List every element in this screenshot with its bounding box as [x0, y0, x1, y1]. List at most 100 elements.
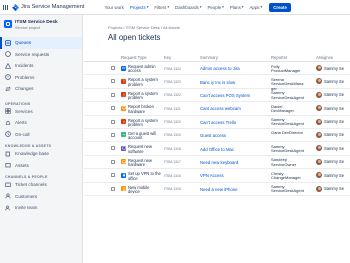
nav-item-plans[interactable]: Plans ▾ — [230, 5, 244, 10]
assignee-cell[interactable]: Sammy Se — [316, 78, 344, 85]
table-row[interactable]: Report a system problem ITSM-1320 Can't ac… — [84, 116, 350, 129]
ticket-key[interactable]: ITSM-1323 — [164, 80, 181, 84]
request-type-label: Request admin access — [128, 64, 156, 74]
row-checkbox[interactable] — [111, 92, 115, 97]
ticket-summary-link[interactable]: Add Office to Mac — [200, 147, 234, 152]
column-request-type[interactable]: Request Type — [121, 55, 147, 60]
sidebar-item-customers[interactable]: Customers — [0, 191, 82, 203]
breadcrumb-item[interactable]: All tickets — [163, 25, 180, 30]
ticket-key[interactable]: ITSM-1319 — [164, 133, 181, 137]
nav-item-dashboards[interactable]: Dashboards ▾ — [175, 5, 201, 10]
table-row[interactable]: Request admin access ITSM-1324 Admin acces… — [84, 62, 350, 76]
sidebar-item-queues[interactable]: Queues — [0, 37, 82, 49]
table-row[interactable]: Get a guest wifi account ITSM-1319 Guest a… — [84, 129, 350, 143]
sidebar-item-ticket-channels[interactable]: Ticket channels — [0, 179, 82, 191]
assignee-cell[interactable]: Sammy Se — [316, 65, 344, 71]
column-key[interactable]: Key — [164, 55, 171, 60]
sidebar-item-services[interactable]: Services — [0, 106, 82, 118]
ticket-key[interactable]: ITSM-1324 — [164, 67, 181, 71]
request-type-label: Set up VPN to the office — [128, 171, 161, 181]
sidebar-item-knowledge-base[interactable]: Knowledge base — [0, 148, 82, 160]
ticket-summary-link[interactable]: Can't access Trello — [200, 120, 236, 125]
sidebar-item-problems[interactable]: Problems — [0, 72, 82, 84]
table-row[interactable]: Request new hardware ITSM-1317 Need new ke… — [84, 156, 350, 170]
ticket-key[interactable]: ITSM-1322 — [164, 93, 181, 97]
row-checkbox[interactable] — [111, 159, 115, 164]
nav-item-apps[interactable]: Apps ▾ — [250, 5, 263, 10]
ticket-summary-link[interactable]: Banc iy Inc is slow — [200, 80, 235, 85]
ticket-summary-link[interactable]: VPN Access — [200, 173, 224, 178]
assignee-cell[interactable]: Sammy Se — [316, 185, 344, 192]
chevron-down-icon: ▾ — [167, 5, 170, 9]
nav-item-projects[interactable]: Projects ▾ — [130, 5, 149, 10]
ticket-summary-link[interactable]: Guest access — [200, 133, 226, 138]
create-button[interactable]: Create — [269, 2, 291, 12]
assignee-cell[interactable]: Sammy Se — [316, 118, 344, 125]
ticket-key[interactable]: ITSM-1317 — [164, 160, 181, 164]
request-type-cell: Report a system problem — [121, 78, 162, 87]
assignee-cell[interactable]: Sammy Se — [316, 145, 344, 152]
request-type-label: Request new hardware — [128, 157, 152, 168]
request-type-label: Report a system problem — [128, 77, 158, 87]
ticket-summary-link[interactable]: Cant access webcam — [200, 106, 241, 111]
assignee-name: Sammy Se — [324, 92, 345, 98]
column-reporter[interactable]: Reporter — [271, 55, 287, 60]
sidebar-item-on-call[interactable]: On-call — [0, 129, 82, 141]
table-row[interactable]: Report a system problem ITSM-1323 Banc iy … — [84, 75, 350, 90]
sidebar-item-alerts[interactable]: Alerts — [0, 117, 82, 129]
ticket-summary-link[interactable]: Need new keyboard — [200, 160, 238, 165]
sidebar-item-incidents[interactable]: Incidents — [0, 60, 82, 72]
avatar — [316, 185, 322, 192]
assignee-cell[interactable]: Sammy Se — [316, 158, 344, 165]
ticket-key[interactable]: ITSM-1321 — [164, 107, 181, 111]
sidebar-item-service-requests[interactable]: Service requests — [0, 49, 82, 61]
row-checkbox[interactable] — [111, 173, 115, 178]
assignee-cell[interactable]: Sammy Se — [316, 172, 344, 179]
ticket-key[interactable]: ITSM-1315 — [164, 187, 181, 191]
sidebar-item-label: Services — [15, 108, 33, 114]
ticket-summary-link[interactable]: Admin access to Jira — [200, 66, 240, 71]
ticket-key[interactable]: ITSM-1316 — [164, 174, 181, 178]
row-checkbox[interactable] — [111, 119, 115, 124]
ticket-key[interactable]: ITSM-1318 — [164, 147, 181, 151]
nav-item-people[interactable]: People ▾ — [207, 5, 223, 10]
assignee-name: Sammy Se — [324, 132, 345, 138]
table-row[interactable]: Request new software ITSM-1318 Add Office … — [84, 142, 350, 156]
app-switcher-icon[interactable] — [3, 4, 8, 10]
table-row[interactable]: Report a system problem ITSM-1322 Can't ac… — [84, 89, 350, 103]
row-checkbox[interactable] — [111, 146, 115, 151]
project-header[interactable]: ITSM Service Desk Service project — [0, 15, 82, 37]
ticket-key[interactable]: ITSM-1320 — [164, 120, 181, 124]
wifi-icon — [121, 132, 126, 138]
assignee-cell[interactable]: Sammy Se — [316, 105, 344, 112]
sidebar-item-changes[interactable]: Changes — [0, 83, 82, 95]
ticket-summary-link[interactable]: Can't access POS System — [200, 93, 250, 98]
sidebar-item-assets[interactable]: Assets — [0, 160, 82, 172]
jira-logo-icon[interactable] — [12, 3, 19, 11]
app-name[interactable]: Jira Service Management — [21, 4, 84, 10]
sidebar-item-label: Knowledge base — [15, 151, 49, 157]
breadcrumb-item[interactable]: Projects — [108, 25, 122, 30]
table-row[interactable]: Report broken hardware ITSM-1321 Cant acce… — [84, 102, 350, 116]
column-assignee[interactable]: Assignee — [316, 55, 333, 60]
sidebar-item-invite-team[interactable]: Invite team — [0, 202, 82, 214]
breadcrumb-item[interactable]: ITSM Service Desk — [126, 25, 160, 30]
ticket-summary-link[interactable]: Need a new iPhone — [200, 187, 238, 192]
nav-item-your-work[interactable]: Your work — [104, 5, 123, 10]
request-type-cell: New mobile device — [121, 185, 162, 195]
sidebar: ITSM Service Desk Service project Queues… — [0, 15, 83, 263]
assignee-cell[interactable]: Sammy Se — [316, 91, 345, 98]
table-row[interactable]: New mobile device ITSM-1315 Need a new iPh… — [84, 183, 350, 196]
row-checkbox[interactable] — [111, 79, 115, 84]
row-checkbox[interactable] — [111, 106, 115, 111]
row-checkbox[interactable] — [111, 66, 115, 70]
column-summary[interactable]: Summary — [200, 55, 218, 60]
assignee-cell[interactable]: Sammy Se — [316, 131, 345, 138]
sidebar-item-label: Ticket channels — [15, 182, 47, 188]
nav-item-filters[interactable]: Filters ▾ — [154, 5, 169, 10]
reporter-name: Sammy ServiceDeskAgent — [271, 143, 304, 154]
row-checkbox[interactable] — [111, 186, 115, 191]
row-checkbox[interactable] — [111, 132, 115, 137]
table-row[interactable]: Set up VPN to the office ITSM-1316 VPN Acc… — [84, 169, 350, 183]
request-type-label: Report a system problem — [128, 90, 158, 101]
